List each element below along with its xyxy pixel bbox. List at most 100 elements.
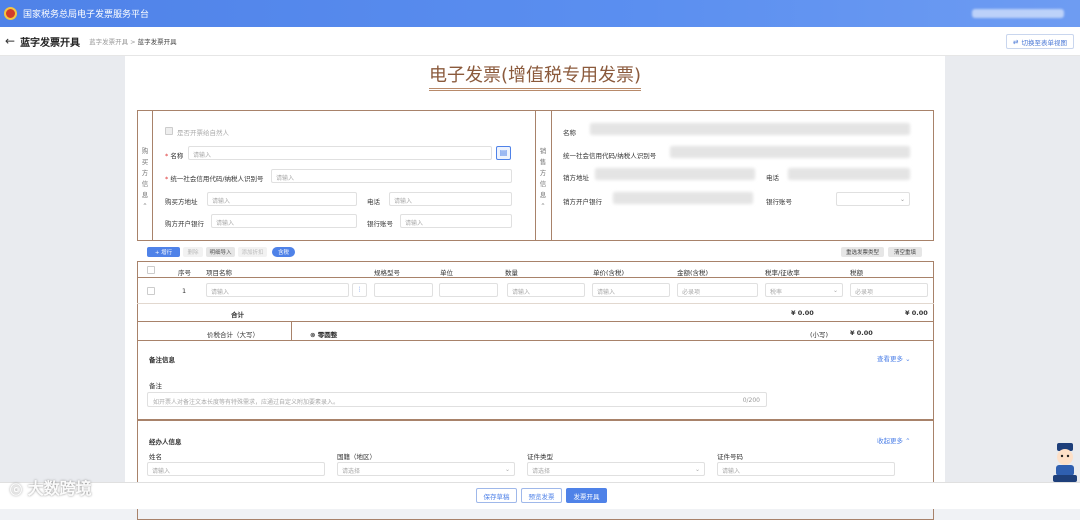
watermark: ⓒ 大数跨境 (10, 479, 92, 498)
handler-idno-label: 证件号码 (717, 453, 743, 461)
handler-country-label: 国籍（地区） (337, 453, 376, 461)
remarks-label: 备注 (149, 382, 162, 390)
reselect-invoice-type-button[interactable]: 重选发票类型 (841, 247, 884, 257)
total-tax: ¥ 0.00 (905, 309, 928, 317)
buyer-name-label: * 名称 (165, 152, 184, 160)
seller-account-select[interactable]: ⌄ (836, 192, 910, 206)
tax-emblem-logo (4, 7, 17, 20)
more-icon[interactable]: ⋮ (352, 283, 367, 297)
seller-address-value (595, 168, 755, 180)
buyer-phone-label: 电话 (367, 198, 380, 206)
seller-phone-value (788, 168, 910, 180)
header-amount: 金额(含税) (677, 269, 709, 277)
delete-row-button[interactable]: 删除 (183, 247, 203, 257)
add-row-button[interactable]: + 增行 (147, 247, 180, 257)
natural-person-checkbox[interactable] (165, 127, 173, 135)
row-unit-input[interactable] (439, 283, 498, 297)
grand-total-small-label: (小写) (810, 331, 829, 339)
row-unit-price-input[interactable]: 请输入 (592, 283, 670, 297)
seller-name-label: 名称 (563, 129, 576, 137)
remarks-textarea[interactable]: 如开票人对备注文本长度等有特殊需求，应通过自定义附加要素录入。 0/200 (147, 392, 767, 407)
total-amount: ¥ 0.00 (791, 309, 814, 317)
header-quantity: 数量 (505, 269, 518, 277)
swap-icon: ⇄ (1013, 37, 1019, 46)
breadcrumb-current: 蓝字发票开具 (137, 38, 177, 46)
row-quantity-input[interactable]: 请输入 (507, 283, 585, 297)
breadcrumb-parent[interactable]: 蓝字发票开具 (89, 38, 128, 46)
grand-total-uppercase: ⊗ 零圆整 (310, 331, 338, 339)
handler-name-label: 姓名 (149, 453, 162, 461)
handler-idtype-label: 证件类型 (527, 453, 553, 461)
handler-name-input[interactable]: 请输入 (147, 462, 325, 476)
row-amount-input[interactable]: 必录项 (677, 283, 758, 297)
seller-side-label: 销售方信息 ⌃ (539, 147, 547, 210)
left-gutter (0, 56, 125, 509)
seller-taxid-value (670, 146, 910, 158)
buyer-account-input[interactable]: 请输入 (400, 214, 512, 228)
preview-invoice-button[interactable]: 预览发票 (521, 488, 562, 503)
header-item-name: 项目名称 (206, 269, 232, 277)
buyer-account-label: 银行账号 (367, 220, 393, 228)
grand-total-label: 价税合计（大写） (207, 331, 259, 339)
tax-inclusive-toggle[interactable]: 含税 (272, 247, 295, 257)
import-detail-button[interactable]: 明细导入 (206, 247, 235, 257)
app-title: 国家税务总局电子发票服务平台 (23, 10, 150, 20)
remarks-frame (137, 341, 934, 420)
seller-taxid-label: 统一社会信用代码/纳税人识别号 (563, 152, 657, 160)
page-title: 蓝字发票开具 (20, 37, 81, 49)
lookup-icon[interactable]: ▤ (496, 146, 511, 160)
seller-address-label: 销方地址 (563, 174, 589, 182)
remarks-section-title: 备注信息 (149, 356, 175, 364)
row-tax-amount-input[interactable]: 必录项 (850, 283, 928, 297)
remarks-counter: 0/200 (742, 397, 760, 404)
top-bar: 国家税务总局电子发票服务平台 (0, 0, 1080, 27)
row-tax-rate-select[interactable]: 税率 ⌄ (765, 283, 843, 297)
handler-country-select[interactable]: 请选择 ⌄ (337, 462, 515, 476)
save-draft-button[interactable]: 保存草稿 (476, 488, 517, 503)
view-more-link[interactable]: 查看更多 ⌄ (877, 353, 911, 363)
buyer-side-label: 购买方信息 ⌃ (141, 147, 149, 210)
header-unit-price: 单价(含税) (593, 269, 625, 277)
user-info-blurred[interactable] (972, 9, 1064, 18)
seller-bank-select[interactable] (613, 192, 753, 204)
buyer-address-label: 购买方地址 (165, 198, 198, 206)
issue-invoice-button[interactable]: 发票开具 (566, 488, 607, 503)
collapse-link[interactable]: 收起更多 ⌃ (877, 435, 911, 445)
row-checkbox[interactable] (147, 287, 155, 295)
buyer-taxid-input[interactable]: 请输入 (271, 169, 512, 183)
add-discount-button[interactable]: 添加折扣 (238, 247, 267, 257)
handler-section-title: 经办人信息 (149, 438, 182, 446)
page-header: ← 蓝字发票开具 蓝字发票开具 > 蓝字发票开具 ⇄ 切换至表单视图 (0, 27, 1080, 56)
handler-idtype-select[interactable]: 请选择 ⌄ (527, 462, 705, 476)
assistant-mascot-icon[interactable] (1051, 441, 1079, 483)
switch-view-label: 切换至表单视图 (1021, 38, 1068, 47)
buyer-name-input[interactable]: 请输入 (188, 146, 492, 160)
row-spec-input[interactable] (374, 283, 433, 297)
seller-account-label: 银行账号 (766, 198, 792, 206)
select-all-checkbox[interactable] (147, 266, 155, 274)
total-label: 合计 (231, 311, 244, 319)
seller-phone-label: 电话 (766, 174, 779, 182)
back-arrow-icon[interactable]: ← (5, 34, 15, 48)
header-spec: 规格型号 (374, 269, 400, 277)
header-unit: 单位 (440, 269, 453, 277)
header-tax-rate: 税率/征收率 (765, 269, 800, 277)
buyer-bank-label: 购方开户银行 (165, 220, 204, 228)
header-index: 序号 (178, 269, 191, 277)
footer-actions: 保存草稿 预览发票 发票开具 (0, 482, 1080, 509)
buyer-phone-input[interactable]: 请输入 (389, 192, 512, 206)
buyer-address-input[interactable]: 请输入 (207, 192, 357, 206)
seller-name-value (590, 123, 910, 135)
breadcrumb-separator: > (130, 38, 136, 46)
seller-bank-label: 销方开户银行 (563, 198, 602, 206)
row-item-name-input[interactable]: 请输入 (206, 283, 349, 297)
row-index: 1 (182, 287, 187, 295)
invoice-page: 电子发票(增值税专用发票) 购买方信息 ⌃ 销售方信息 ⌃ 是否开票给自然人 * 名… (125, 56, 945, 520)
buyer-taxid-label: * 统一社会信用代码/纳税人识别号 (165, 175, 264, 183)
buyer-bank-input[interactable]: 请输入 (211, 214, 357, 228)
handler-idno-input[interactable]: 请输入 (717, 462, 895, 476)
natural-person-label: 是否开票给自然人 (177, 129, 229, 137)
clear-form-button[interactable]: 清空重填 (888, 247, 922, 257)
switch-view-button[interactable]: ⇄ 切换至表单视图 (1006, 34, 1074, 49)
header-tax-amount: 税额 (850, 269, 863, 277)
